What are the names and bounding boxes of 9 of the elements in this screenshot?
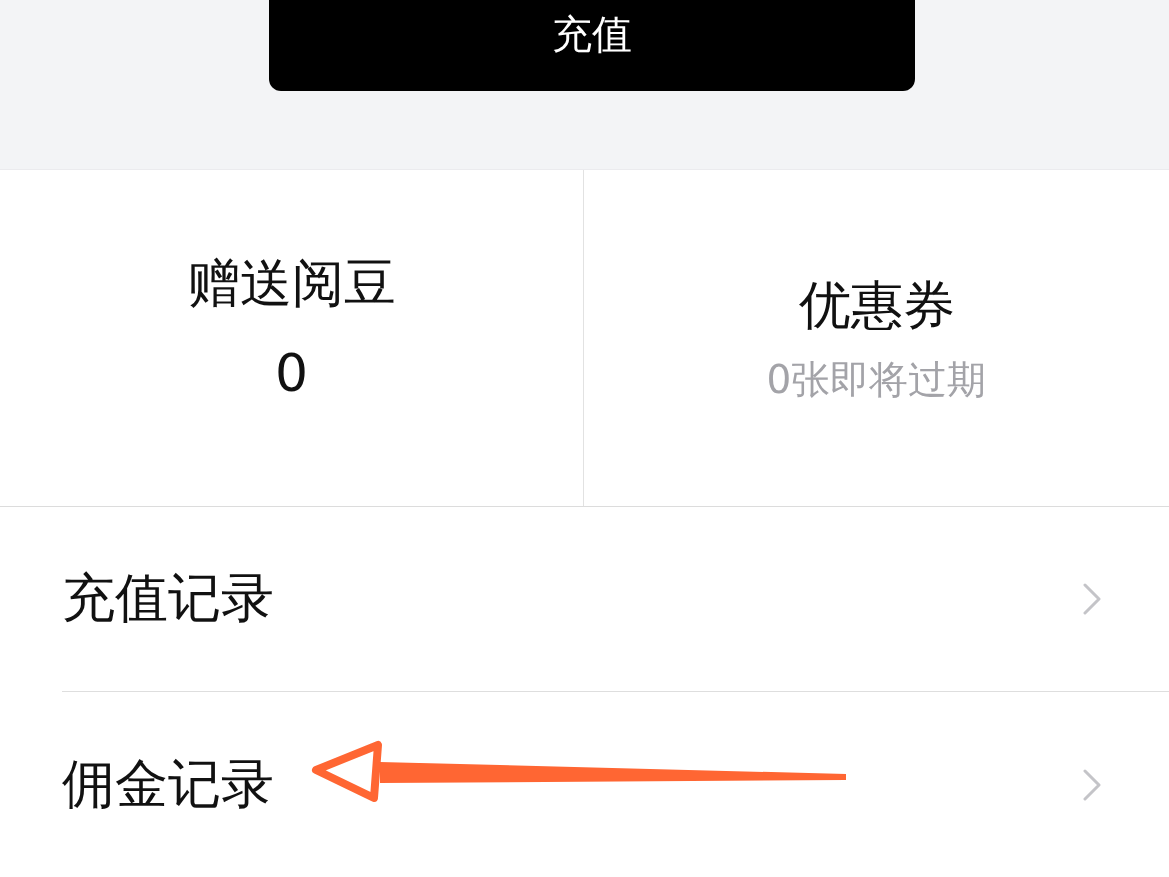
chevron-icon (1083, 583, 1101, 615)
chevron-icon (1083, 768, 1101, 801)
stat-label: 优惠券 (798, 274, 955, 337)
stat-note: 0张即将过期 (766, 356, 987, 404)
stat-value: 0 (274, 342, 309, 405)
stat-label: 赠送阅豆 (187, 251, 396, 314)
menu-item[interactable]: 充值记录 (62, 507, 1169, 691)
recharge-button[interactable]: 充值 (269, 0, 915, 91)
menu-item[interactable]: 佣金记录 (62, 691, 1169, 877)
